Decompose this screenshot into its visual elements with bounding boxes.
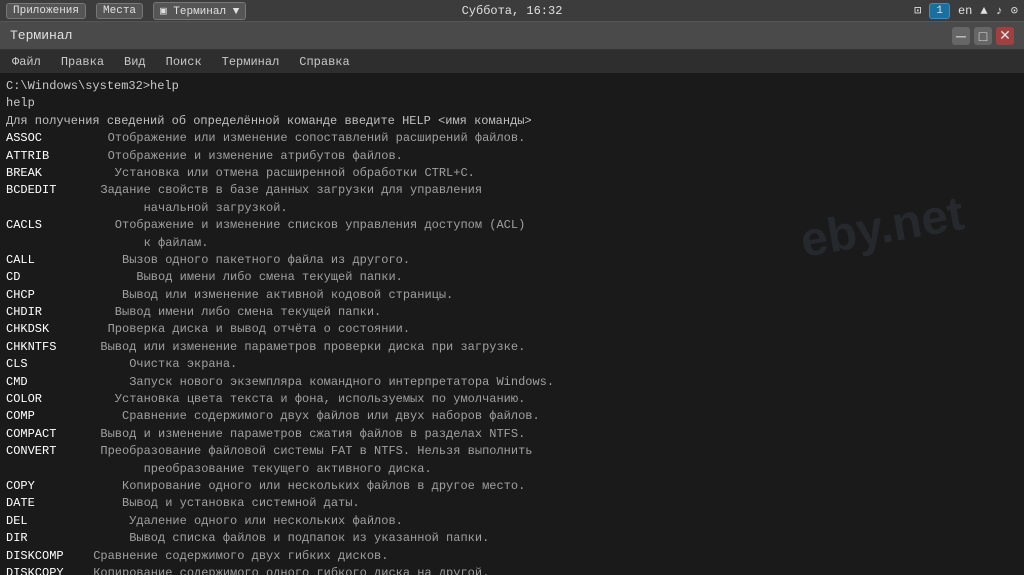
menu-search[interactable]: Поиск <box>158 53 210 71</box>
wifi-icon: ▲ <box>980 4 987 18</box>
screenshot-icon[interactable]: ⊡ <box>914 3 921 18</box>
terminal-line: CHKDSK Проверка диска и вывод отчёта о с… <box>6 321 1018 338</box>
terminal-icon: ▣ <box>160 6 167 18</box>
minimize-button[interactable]: ─ <box>952 27 970 45</box>
terminal-line: COMPACT Вывод и изменение параметров сжа… <box>6 426 1018 443</box>
terminal-line: CLS Очистка экрана. <box>6 356 1018 373</box>
terminal-line: ASSOC Отображение или изменение сопостав… <box>6 130 1018 147</box>
window-title: Терминал <box>10 28 72 43</box>
window-controls: ─ □ ✕ <box>952 27 1014 45</box>
menu-help[interactable]: Справка <box>291 53 357 71</box>
system-bar-left: Приложения Места ▣ Терминал ▼ <box>6 2 246 20</box>
menu-bar: Файл Правка Вид Поиск Терминал Справка <box>0 50 1024 74</box>
terminal-line: CD Вывод имени либо смена текущей папки. <box>6 269 1018 286</box>
terminal-line: BCDEDIT Задание свойств в базе данных за… <box>6 182 1018 199</box>
terminal-line: DISKCOPY Копирование содержимого одного … <box>6 565 1018 575</box>
menu-file[interactable]: Файл <box>4 53 49 71</box>
terminal-line: CHDIR Вывод имени либо смена текущей пап… <box>6 304 1018 321</box>
terminal-line: CONVERT Преобразование файловой системы … <box>6 443 1018 460</box>
terminal-line: DATE Вывод и установка системной даты. <box>6 495 1018 512</box>
terminal-line: к файлам. <box>6 235 1018 252</box>
volume-icon: ♪ <box>996 4 1003 18</box>
terminal-line-copy: COPY Копирование одного или нескольких ф… <box>6 478 1018 495</box>
power-icon: ⊙ <box>1011 3 1018 18</box>
terminal-line: CACLS Отображение и изменение списков уп… <box>6 217 1018 234</box>
terminal-line: DEL Удаление одного или нескольких файло… <box>6 513 1018 530</box>
terminal-line: C:\Windows\system32>help <box>6 78 1018 95</box>
terminal-menu[interactable]: ▣ Терминал ▼ <box>153 2 246 20</box>
apps-menu[interactable]: Приложения <box>6 3 86 19</box>
menu-view[interactable]: Вид <box>116 53 154 71</box>
terminal-line: DIR Вывод списка файлов и подпапок из ук… <box>6 530 1018 547</box>
system-bar-right: ⊡ 1 en ▲ ♪ ⊙ <box>914 3 1018 19</box>
close-button[interactable]: ✕ <box>996 27 1014 45</box>
dropdown-icon: ▼ <box>233 6 240 18</box>
terminal-line: DISKCOMP Сравнение содержимого двух гибк… <box>6 548 1018 565</box>
terminal-line: начальной загрузкой. <box>6 200 1018 217</box>
terminal-line: Для получения сведений об определённой к… <box>6 113 1018 130</box>
terminal-line: ATTRIB Отображение и изменение атрибутов… <box>6 148 1018 165</box>
terminal-line: CHKNTFS Вывод или изменение параметров п… <box>6 339 1018 356</box>
terminal-line: CALL Вызов одного пакетного файла из дру… <box>6 252 1018 269</box>
terminal-line: CMD Запуск нового экземпляра командного … <box>6 374 1018 391</box>
menu-terminal[interactable]: Терминал <box>214 53 288 71</box>
terminal-line: COLOR Установка цвета текста и фона, исп… <box>6 391 1018 408</box>
terminal-line: help <box>6 95 1018 112</box>
terminal-line: BREAK Установка или отмена расширенной о… <box>6 165 1018 182</box>
terminal-line: CHCP Вывод или изменение активной кодово… <box>6 287 1018 304</box>
maximize-button[interactable]: □ <box>974 27 992 45</box>
title-bar: Терминал ─ □ ✕ <box>0 22 1024 50</box>
terminal-output[interactable]: eby.net C:\Windows\system32>help help Дл… <box>0 74 1024 575</box>
system-bar: Приложения Места ▣ Терминал ▼ Суббота, 1… <box>0 0 1024 22</box>
datetime-display: Суббота, 16:32 <box>462 4 563 18</box>
terminal-line: COMP Сравнение содержимого двух файлов и… <box>6 408 1018 425</box>
places-menu[interactable]: Места <box>96 3 143 19</box>
workspace-indicator[interactable]: 1 <box>929 3 950 19</box>
lang-indicator[interactable]: en <box>958 4 972 18</box>
menu-edit[interactable]: Правка <box>53 53 112 71</box>
terminal-line: преобразование текущего активного диска. <box>6 461 1018 478</box>
